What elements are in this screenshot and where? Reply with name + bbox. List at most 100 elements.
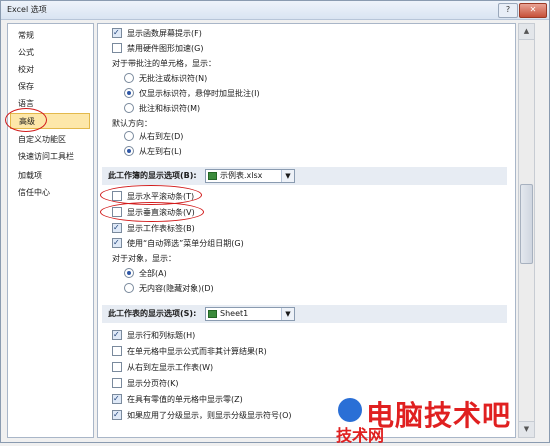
window-title: Excel 选项 [7,5,47,14]
checkbox-box[interactable] [112,361,122,372]
dropdown-value: Sheet1 [220,309,249,318]
sidebar-item-general[interactable]: 常规 [10,28,90,44]
dropdown-value: 示例表.xlsx [220,171,263,180]
radio-circle[interactable] [124,87,134,98]
sidebar-item-label: 常规 [18,31,34,40]
checkbox-label: 如果应用了分级显示，则显示分级显示符号(O) [127,411,292,420]
radio-indicators-only[interactable]: 仅显示标识符，悬停时加显批注(I) [124,86,260,101]
checkbox-show-horizontal-scrollbar[interactable]: 显示水平滚动条(T) [112,189,194,204]
radio-objects-all[interactable]: 全部(A) [124,266,167,281]
checkbox-box[interactable] [112,407,122,422]
scroll-up-icon[interactable]: ▲ [519,24,534,40]
radio-comments-and-indicators[interactable]: 批注和标识符(M) [124,101,200,116]
radio-no-comments[interactable]: 无批注或标识符(N) [124,71,207,86]
sidebar-item-label: 保存 [18,82,34,91]
sidebar-item-language[interactable]: 语言 [10,96,90,112]
objects-group-label: 对于对象，显示： [112,254,176,263]
checkbox-show-row-column-headers[interactable]: 显示行和列标题(H) [112,327,196,343]
worksheet-select-dropdown[interactable]: Sheet1 ▼ [205,307,295,321]
sidebar-item-label: 高级 [19,117,35,126]
comments-group-label: 对于带批注的单元格，显示： [112,59,216,68]
checkbox-box[interactable] [112,190,122,201]
radio-circle[interactable] [124,282,134,293]
radio-circle[interactable] [124,145,134,156]
advanced-options-panel: 显示函数屏幕提示(F) 禁用硬件图形加速(G) 对于带批注的单元格，显示： 无批… [97,23,516,438]
content-scrollbar[interactable]: ▲ ▼ [518,23,535,438]
checkbox-box[interactable] [112,345,122,356]
checkbox-box[interactable] [112,235,122,250]
checkbox-group-dates-autofilter[interactable]: 使用“自动筛选”菜单分组日期(G) [112,235,244,251]
checkbox-show-sheet-tabs[interactable]: 显示工作表标签(B) [112,220,195,236]
radio-label: 全部(A) [139,269,167,278]
checkbox-label: 显示水平滚动条(T) [127,192,195,201]
close-button[interactable]: ✕ [519,3,547,18]
radio-left-to-right[interactable]: 从左到右(L) [124,144,182,159]
checkbox-label: 禁用硬件图形加速(G) [127,44,204,53]
sidebar-item-proofing[interactable]: 校对 [10,62,90,78]
excel-file-icon [208,172,217,180]
scroll-thumb[interactable] [520,184,533,264]
checkbox-box[interactable] [112,377,122,388]
checkbox-label: 使用“自动筛选”菜单分组日期(G) [127,239,244,248]
workbook-options-header: 此工作簿的显示选项(B): [102,167,507,185]
radio-label: 批注和标识符(M) [139,104,201,113]
radio-right-to-left[interactable]: 从右到左(D) [124,129,183,144]
checkbox-box[interactable] [112,25,122,40]
checkbox-label: 在具有零值的单元格中显示零(Z) [127,395,243,404]
radio-circle[interactable] [124,72,134,83]
chevron-down-icon[interactable]: ▼ [281,308,294,320]
checkbox-sheet-right-to-left[interactable]: 从右到左显示工作表(W) [112,360,213,375]
sidebar-item-label: 公式 [18,48,34,57]
checkbox-box[interactable] [112,327,122,342]
checkbox-label: 显示行和列标题(H) [127,331,196,340]
excel-options-window: Excel 选项 ? ✕ 常规 公式 校对 保存 语言 高级 自定义功能区 快速… [0,0,550,445]
sidebar-item-add-ins[interactable]: 加载项 [10,168,90,184]
checkbox-label: 显示分页符(K) [127,379,179,388]
checkbox-show-zero-values[interactable]: 在具有零值的单元格中显示零(Z) [112,391,243,407]
checkbox-disable-hardware-acceleration[interactable]: 禁用硬件图形加速(G) [112,41,203,56]
sidebar-item-label: 加载项 [18,171,42,180]
sidebar-item-label: 快速访问工具栏 [18,152,74,161]
sidebar-item-trust-center[interactable]: 信任中心 [10,185,90,201]
sidebar-item-label: 语言 [18,99,34,108]
section-title: 此工作表的显示选项(S): [108,309,197,318]
sheet-icon [208,310,217,318]
sidebar-item-quick-access-toolbar[interactable]: 快速访问工具栏 [10,149,90,165]
title-bar: Excel 选项 ? ✕ [1,1,549,20]
sidebar-item-label: 校对 [18,65,34,74]
radio-objects-nothing[interactable]: 无内容(隐藏对象)(D) [124,281,214,296]
checkbox-label: 在单元格中显示公式而非其计算结果(R) [127,347,267,356]
site-watermark: 电脑技术吧 技术网 [336,394,548,445]
sidebar-item-label: 自定义功能区 [18,135,66,144]
sidebar-item-customize-ribbon[interactable]: 自定义功能区 [10,132,90,148]
checkbox-show-function-tooltips[interactable]: 显示函数屏幕提示(F) [112,25,202,41]
chevron-down-icon[interactable]: ▼ [281,170,294,182]
checkbox-label: 显示工作表标签(B) [127,224,195,233]
radio-label: 无内容(隐藏对象)(D) [139,284,214,293]
sidebar-item-advanced[interactable]: 高级 [10,113,90,129]
checkbox-show-page-breaks[interactable]: 显示分页符(K) [112,376,179,391]
options-sidebar: 常规 公式 校对 保存 语言 高级 自定义功能区 快速访问工具栏 加载项 信任中… [7,23,94,438]
sidebar-item-save[interactable]: 保存 [10,79,90,95]
sidebar-item-formulas[interactable]: 公式 [10,45,90,61]
checkbox-box[interactable] [112,206,122,217]
checkbox-box[interactable] [112,220,122,235]
checkbox-show-formulas[interactable]: 在单元格中显示公式而非其计算结果(R) [112,344,267,359]
watermark-subtext: 技术网 [336,426,385,445]
radio-circle[interactable] [124,102,134,113]
worksheet-options-header: 此工作表的显示选项(S): [102,305,507,323]
help-button[interactable]: ? [498,3,518,18]
radio-label: 无批注或标识符(N) [139,74,208,83]
checkbox-box[interactable] [112,42,122,53]
checkbox-show-vertical-scrollbar[interactable]: 显示垂直滚动条(V) [112,205,195,220]
checkbox-box[interactable] [112,391,122,406]
checkbox-label: 从右到左显示工作表(W) [127,363,214,372]
sidebar-item-label: 信任中心 [18,188,50,197]
radio-circle[interactable] [124,267,134,278]
section-title: 此工作簿的显示选项(B): [108,171,197,180]
checkbox-show-outline-symbols[interactable]: 如果应用了分级显示，则显示分级显示符号(O) [112,407,292,423]
radio-circle[interactable] [124,130,134,141]
checkbox-label: 显示垂直滚动条(V) [127,208,195,217]
radio-label: 从右到左(D) [139,132,184,141]
workbook-select-dropdown[interactable]: 示例表.xlsx ▼ [205,169,295,183]
